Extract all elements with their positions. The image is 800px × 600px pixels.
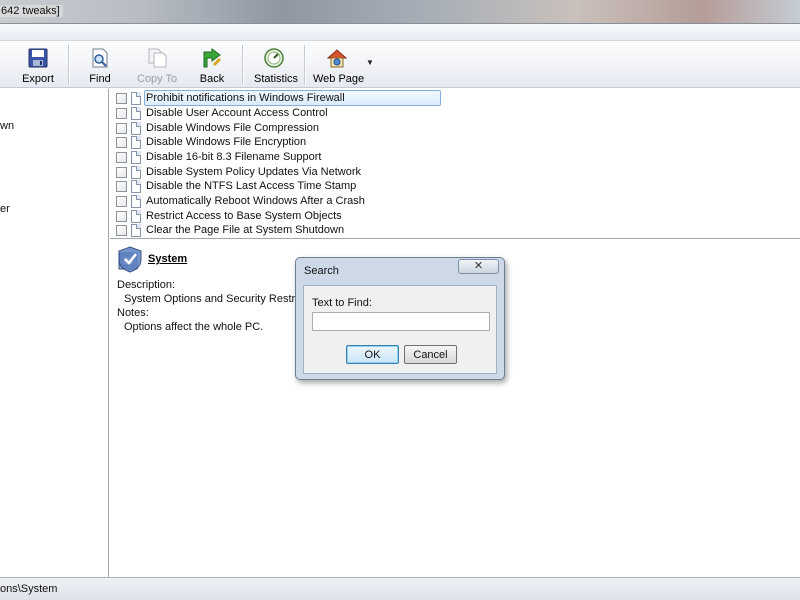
tweak-row[interactable]: Disable User Account Access Control [116,106,446,121]
document-icon [131,151,141,164]
toolbar: Export Find Copy To Back Statistics Web … [0,41,800,88]
cancel-button[interactable]: Cancel [404,345,457,364]
copy-document-icon [148,48,167,68]
back-label: Back [199,73,225,85]
tweak-label: Disable 16-bit 8.3 Filename Support [146,151,322,163]
tweak-checkbox[interactable] [116,181,127,192]
export-button[interactable]: Export [20,45,56,85]
title-bar[interactable]: 642 tweaks] [0,0,800,24]
document-icon [131,166,141,179]
notes-text: Options affect the whole PC. [124,321,264,333]
description-label: Description: [117,279,176,291]
search-input[interactable] [312,312,490,331]
tweak-row[interactable]: Automatically Reboot Windows After a Cra… [116,194,446,209]
tweak-checkbox[interactable] [116,225,127,236]
tweak-checkbox[interactable] [116,123,127,134]
toolbar-separator [304,45,305,85]
category-tree[interactable]: wn er [0,89,109,577]
tweak-label: Disable Windows File Encryption [146,136,307,148]
text-to-find-label: Text to Find: [312,297,372,309]
find-document-icon [92,48,108,68]
statistics-label: Statistics [254,73,299,85]
tweak-label: Prohibit notifications in Windows Firewa… [144,90,441,106]
tweak-checkbox[interactable] [116,211,127,222]
web-page-button[interactable]: Web Page [313,45,365,85]
document-icon [131,107,141,120]
document-icon [131,210,141,223]
status-path: ons\System [0,583,58,595]
tweak-label: Clear the Page File at System Shutdown [146,224,345,236]
tweak-label: Disable System Policy Updates Via Networ… [146,166,361,178]
back-button[interactable]: Back [198,45,226,85]
tweak-label: Disable User Account Access Control [146,107,328,119]
tweak-row[interactable]: Disable System Policy Updates Via Networ… [116,165,446,180]
document-icon [131,136,141,149]
window-title: 642 tweaks] [0,5,63,17]
export-label: Export [22,73,54,85]
copy-to-label: Copy To [137,73,178,85]
tweak-row[interactable]: Restrict Access to Base System Objects [116,209,446,224]
tweak-label: Disable the NTFS Last Access Time Stamp [146,180,357,192]
tweak-checkbox[interactable] [116,167,127,178]
tweak-checkbox[interactable] [116,137,127,148]
statistics-gauge-icon [264,48,284,68]
tweak-label: Automatically Reboot Windows After a Cra… [146,195,365,207]
dialog-title: Search [304,265,339,277]
document-icon [131,224,141,237]
tweak-label: Restrict Access to Base System Objects [146,210,342,222]
tweak-row[interactable]: Prohibit notifications in Windows Firewa… [116,90,446,106]
web-page-label: Web Page [313,73,365,85]
floppy-disk-icon [28,48,48,68]
tweak-label: Disable Windows File Compression [146,122,320,134]
tweak-checkbox[interactable] [116,196,127,207]
tweak-checkbox[interactable] [116,93,127,104]
tweak-row[interactable]: Disable Windows File Compression [116,121,446,136]
home-page-icon [326,49,348,68]
status-bar: ons\System [0,577,800,600]
ok-button[interactable]: OK [346,345,399,364]
tweak-checkbox[interactable] [116,108,127,119]
tweak-row[interactable]: Disable Windows File Encryption [116,135,446,150]
menu-bar [0,24,800,41]
find-button[interactable]: Find [86,45,114,85]
category-title[interactable]: System [148,253,187,265]
search-dialog: Search ✕ Text to Find: OK Cancel [295,257,505,380]
dialog-body: Text to Find: OK Cancel [303,285,497,374]
tree-item-fragment[interactable]: wn [0,120,14,132]
toolbar-separator [242,45,243,85]
web-page-dropdown-arrow-icon[interactable]: ▼ [366,58,374,67]
system-shield-icon [118,246,142,273]
document-icon [131,92,141,105]
document-icon [131,122,141,135]
close-icon[interactable]: ✕ [458,259,499,274]
tweak-row[interactable]: Disable 16-bit 8.3 Filename Support [116,150,446,165]
tweak-row[interactable]: Disable the NTFS Last Access Time Stamp [116,179,446,194]
copy-to-button[interactable]: Copy To [137,45,177,85]
toolbar-separator [68,45,69,85]
tweak-checkbox[interactable] [116,152,127,163]
find-label: Find [89,73,111,85]
tweaks-list[interactable]: Prohibit notifications in Windows Firewa… [110,89,800,239]
notes-label: Notes: [117,307,149,319]
back-arrow-icon [203,48,222,68]
tweak-row[interactable]: Clear the Page File at System Shutdown [116,223,446,238]
statistics-button[interactable]: Statistics [254,45,299,85]
document-icon [131,180,141,193]
document-icon [131,195,141,208]
tree-item-fragment[interactable]: er [0,203,10,215]
